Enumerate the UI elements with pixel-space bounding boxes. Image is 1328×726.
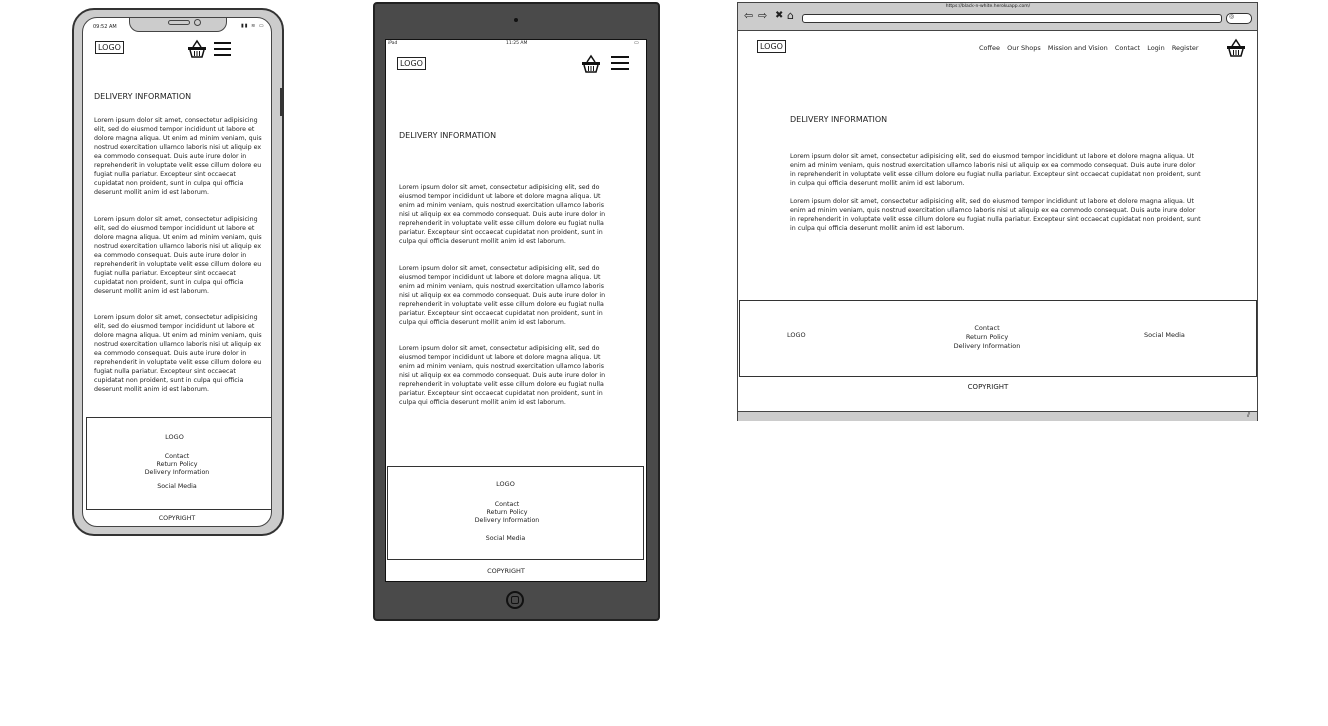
basket-icon[interactable] xyxy=(1226,38,1246,58)
nav-link-mission-vision[interactable]: Mission and Vision xyxy=(1048,44,1108,52)
phone-page-title: DELIVERY INFORMATION xyxy=(94,92,192,101)
tablet-footer-link-contact[interactable]: Contact xyxy=(388,501,626,508)
tablet-footer-link-delivery-info[interactable]: Delivery Information xyxy=(388,517,626,524)
tablet-status-left: iPad xyxy=(388,41,398,46)
address-bar[interactable] xyxy=(802,14,1222,23)
tablet-footer-logo[interactable]: LOGO xyxy=(388,480,623,488)
browser-copyright: COPYRIGHT xyxy=(967,383,1009,391)
phone-paragraph-2: Lorem ipsum dolor sit amet, consectetur … xyxy=(94,216,262,295)
browser-title-url: https://black-n-white.herokuapp.com/ xyxy=(945,4,1031,9)
tablet-footer-link-return-policy[interactable]: Return Policy xyxy=(388,509,626,516)
tablet-status-time: 11:25 AM xyxy=(506,41,528,46)
browser-mockup: https://black-n-white.herokuapp.com/ ⇦ ⇨… xyxy=(737,2,1258,421)
browser-nav: Coffee Our Shops Mission and Vision Cont… xyxy=(979,44,1199,52)
browser-footer-logo[interactable]: LOGO xyxy=(787,331,806,339)
forward-arrow-icon[interactable]: ⇨ xyxy=(758,9,767,22)
basket-icon[interactable] xyxy=(581,54,601,74)
phone-screen: 09:52 AM ▮▮ ≋ ▭ LOGO DELIVERY INFORMATIO… xyxy=(82,17,272,527)
phone-status-icons: ▮▮ ≋ ▭ xyxy=(241,23,265,29)
tablet-page-title: DELIVERY INFORMATION xyxy=(399,131,497,140)
browser-footer: LOGO Contact Return Policy Delivery Info… xyxy=(739,300,1257,377)
phone-footer-link-delivery-info[interactable]: Delivery Information xyxy=(87,469,267,476)
phone-footer-link-contact[interactable]: Contact xyxy=(87,453,267,460)
tablet-paragraph-1: Lorem ipsum dolor sit amet, consectetur … xyxy=(399,184,606,245)
tablet-footer-social-media[interactable]: Social Media xyxy=(388,535,623,542)
browser-search-field[interactable]: ◎ xyxy=(1226,13,1252,24)
browser-footer-link-return-policy[interactable]: Return Policy xyxy=(937,333,1037,341)
nav-link-login[interactable]: Login xyxy=(1147,44,1165,52)
browser-footer-link-contact[interactable]: Contact xyxy=(937,324,1037,332)
home-icon[interactable]: ⌂ xyxy=(787,9,794,22)
phone-footer-link-return-policy[interactable]: Return Policy xyxy=(87,461,267,468)
tablet-footer: LOGO Contact Return Policy Delivery Info… xyxy=(387,466,644,560)
phone-mockup: 09:52 AM ▮▮ ≋ ▭ LOGO DELIVERY INFORMATIO… xyxy=(72,8,284,536)
basket-icon[interactable] xyxy=(187,39,207,59)
phone-side-button xyxy=(280,88,283,116)
browser-paragraph-2: Lorem ipsum dolor sit amet, consectetur … xyxy=(790,198,1201,232)
nav-link-contact[interactable]: Contact xyxy=(1115,44,1140,52)
hamburger-menu-icon[interactable] xyxy=(214,42,231,60)
close-icon[interactable]: ✖ xyxy=(775,10,783,21)
browser-footer-social-media[interactable]: Social Media xyxy=(1144,331,1185,339)
home-button-inner-icon xyxy=(511,596,519,604)
browser-status-bar: ⫽ xyxy=(738,411,1257,421)
phone-logo[interactable]: LOGO xyxy=(95,41,124,54)
hamburger-menu-icon[interactable] xyxy=(611,56,629,74)
tablet-paragraph-3: Lorem ipsum dolor sit amet, consectetur … xyxy=(399,345,606,406)
browser-footer-link-delivery-info[interactable]: Delivery Information xyxy=(937,342,1037,350)
tablet-mockup: iPad 11:25 AM ▭ LOGO DELIVERY INFORMATIO… xyxy=(373,2,660,621)
phone-copyright: COPYRIGHT xyxy=(158,515,196,522)
phone-paragraph-3: Lorem ipsum dolor sit amet, consectetur … xyxy=(94,314,262,393)
tablet-copyright: COPYRIGHT xyxy=(487,567,525,575)
phone-footer-social-media[interactable]: Social Media xyxy=(87,483,267,490)
phone-paragraph-1: Lorem ipsum dolor sit amet, consectetur … xyxy=(94,117,262,196)
browser-toolbar: https://black-n-white.herokuapp.com/ ⇦ ⇨… xyxy=(738,3,1257,31)
tablet-paragraph-2: Lorem ipsum dolor sit amet, consectetur … xyxy=(399,265,606,326)
battery-icon: ▭ xyxy=(634,40,639,46)
tablet-camera xyxy=(514,18,518,22)
nav-link-our-shops[interactable]: Our Shops xyxy=(1007,44,1041,52)
browser-logo[interactable]: LOGO xyxy=(757,40,786,53)
search-icon: ◎ xyxy=(1229,13,1235,20)
browser-paragraph-1: Lorem ipsum dolor sit amet, consectetur … xyxy=(790,153,1201,187)
phone-notch xyxy=(129,18,227,32)
tablet-logo[interactable]: LOGO xyxy=(397,57,426,70)
tablet-screen: iPad 11:25 AM ▭ LOGO DELIVERY INFORMATIO… xyxy=(385,39,647,582)
nav-link-register[interactable]: Register xyxy=(1172,44,1199,52)
browser-page-title: DELIVERY INFORMATION xyxy=(790,115,888,124)
phone-speaker xyxy=(168,20,190,25)
phone-camera xyxy=(194,19,201,26)
phone-footer-logo[interactable]: LOGO xyxy=(87,433,262,441)
phone-status-time: 09:52 AM xyxy=(93,24,117,30)
nav-link-coffee[interactable]: Coffee xyxy=(979,44,1000,52)
tablet-home-button[interactable] xyxy=(506,591,524,609)
resize-handle-icon[interactable]: ⫽ xyxy=(1247,411,1250,420)
phone-footer: LOGO Contact Return Policy Delivery Info… xyxy=(86,417,271,510)
back-arrow-icon[interactable]: ⇦ xyxy=(744,9,753,22)
